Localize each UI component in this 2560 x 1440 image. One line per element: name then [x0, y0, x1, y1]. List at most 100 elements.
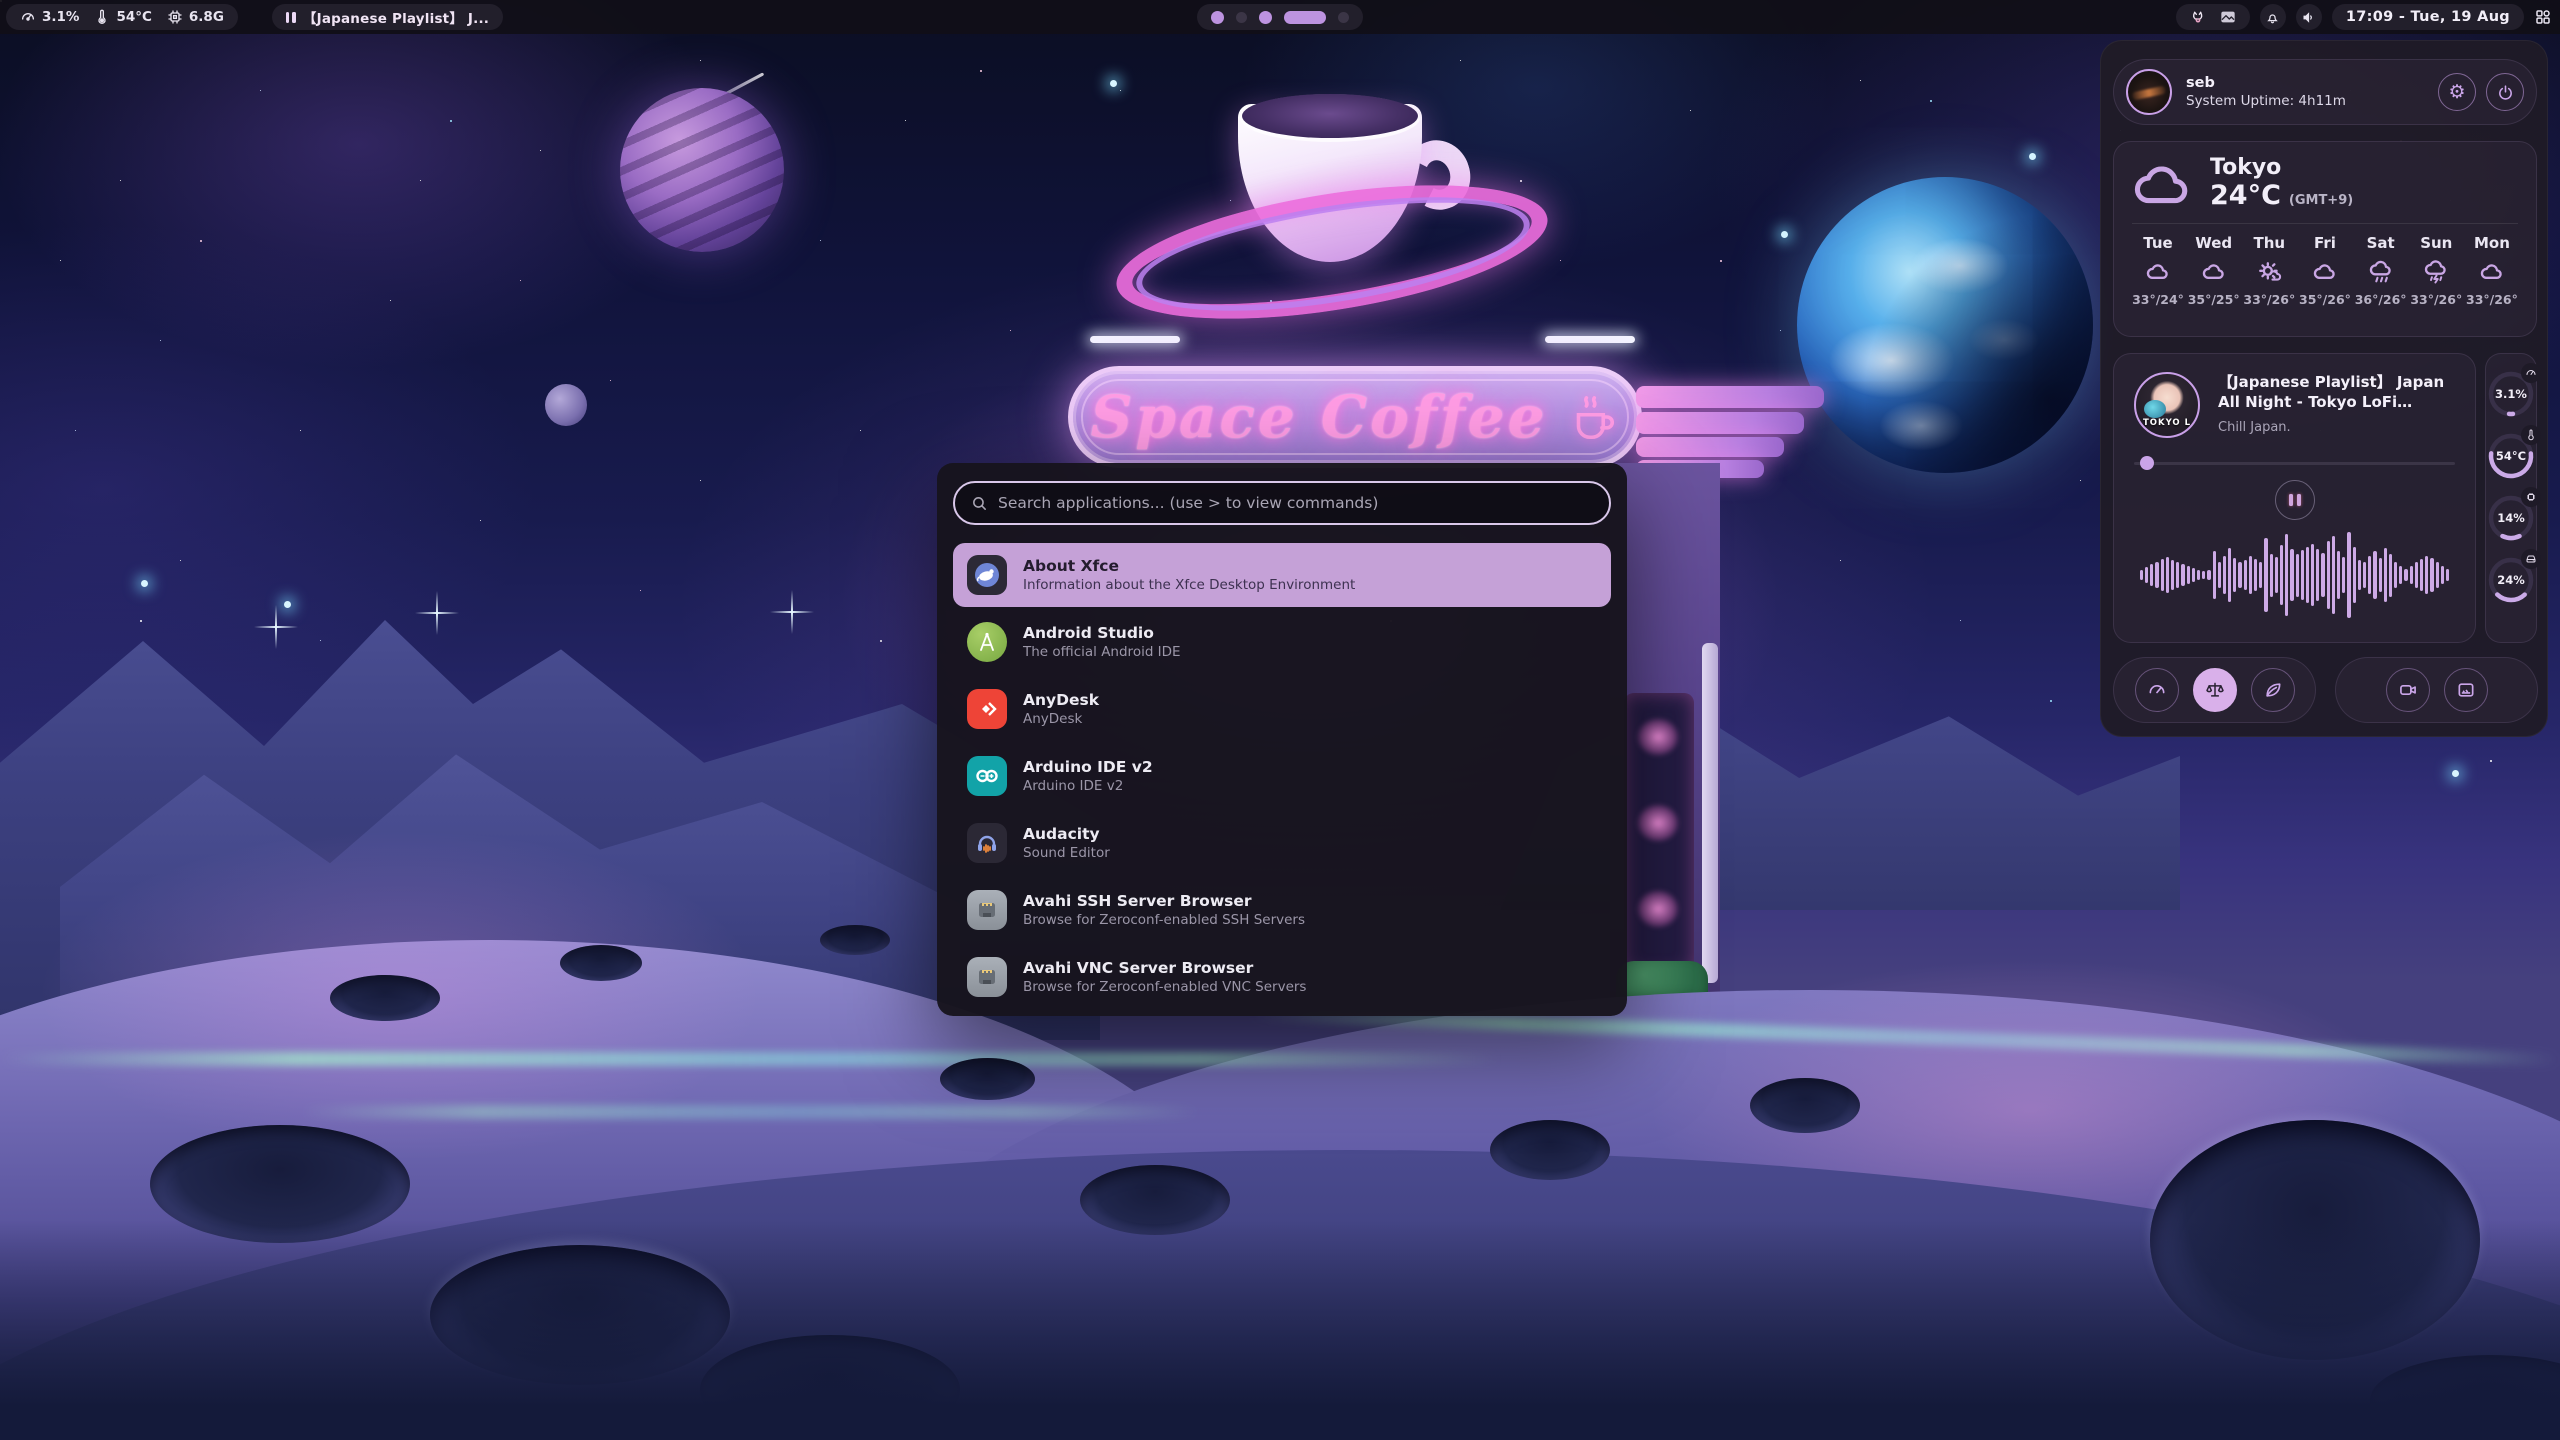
- search-input[interactable]: [998, 494, 1593, 512]
- anydesk-icon: [967, 689, 1007, 729]
- workspace-dot[interactable]: [1211, 11, 1224, 24]
- capture-group: [2335, 657, 2538, 723]
- network-jack-icon: [967, 890, 1007, 930]
- roof-light: [1090, 336, 1180, 343]
- app-launcher: About Xfce Information about the Xfce De…: [937, 463, 1627, 1016]
- speedometer-icon: [20, 9, 36, 25]
- app-grid-icon[interactable]: [2534, 8, 2552, 26]
- notifications-button[interactable]: [2260, 4, 2286, 30]
- app-list: About Xfce Information about the Xfce De…: [953, 543, 1611, 1009]
- wallpaper-icon[interactable]: [2220, 9, 2236, 25]
- app-row-anydesk[interactable]: AnyDesk AnyDesk: [953, 677, 1611, 741]
- app-title: Audacity: [1023, 823, 1110, 845]
- track-artist: Chill Japan.: [2218, 420, 2455, 435]
- neon-cup-icon: [1565, 390, 1619, 444]
- window-neon-text: [1636, 717, 1680, 757]
- temp-stat: 54°C: [94, 9, 151, 25]
- leaf-icon: [2263, 680, 2283, 700]
- screen-record-button[interactable]: [2386, 668, 2430, 712]
- pet-cat-icon[interactable]: [2190, 9, 2206, 25]
- system-gauges: 3.1% 54°C 14% 24%: [2485, 353, 2537, 643]
- app-row-android-studio[interactable]: Android Studio The official Android IDE: [953, 610, 1611, 674]
- thermometer-icon: [94, 9, 110, 25]
- power-button[interactable]: [2486, 73, 2524, 111]
- volume-button[interactable]: [2296, 4, 2322, 30]
- search-bar[interactable]: [953, 481, 1611, 525]
- app-subtitle: Browse for Zeroconf-enabled SSH Servers: [1023, 912, 1305, 930]
- gear-icon: ⚙: [2448, 83, 2465, 102]
- sign-text: Space Coffee: [1091, 383, 1548, 451]
- app-title: AnyDesk: [1023, 689, 1099, 711]
- crater: [330, 975, 440, 1021]
- seek-knob[interactable]: [2140, 456, 2154, 470]
- memory-stat: 6.8G: [167, 9, 224, 25]
- power-icon: [2497, 84, 2514, 101]
- disk-usage-gauge: 24%: [2487, 556, 2535, 604]
- app-row-arduino[interactable]: Arduino IDE v2 Arduino IDE v2: [953, 744, 1611, 808]
- settings-button[interactable]: ⚙: [2438, 73, 2476, 111]
- glow-star: [1781, 231, 1788, 238]
- username: seb: [2186, 75, 2346, 91]
- desktop: Space Coffee: [0, 0, 2560, 1440]
- glow-star: [284, 601, 291, 608]
- seek-track: [2134, 462, 2455, 465]
- workspace-dot[interactable]: [1259, 11, 1272, 24]
- balanced-profile-button[interactable]: [2193, 668, 2237, 712]
- clock-pill[interactable]: 17:09 - Tue, 19 Aug: [2332, 4, 2524, 30]
- performance-profile-button[interactable]: [2135, 668, 2179, 712]
- forecast-day: Wed 35°/25°: [2188, 234, 2240, 307]
- storm-cloud-icon: [2422, 258, 2450, 286]
- app-title: Avahi VNC Server Browser: [1023, 957, 1306, 979]
- clock-text: 17:09 - Tue, 19 Aug: [2346, 9, 2510, 25]
- app-row-audacity[interactable]: Audacity Sound Editor: [953, 811, 1611, 875]
- now-playing-pill[interactable]: 【Japanese Playlist】 J...: [272, 4, 503, 30]
- uptime-text: System Uptime: 4h11m: [2186, 93, 2346, 109]
- powersave-profile-button[interactable]: [2251, 668, 2295, 712]
- glow-star: [2029, 153, 2036, 160]
- app-row-avahi-vnc[interactable]: Avahi VNC Server Browser Browse for Zero…: [953, 945, 1611, 1009]
- earth-planet: [1797, 177, 2093, 473]
- divider: [2132, 223, 2518, 224]
- sun-cloud-icon: [2255, 258, 2283, 286]
- window-neon-text: [1636, 889, 1680, 929]
- android-studio-icon: [967, 622, 1007, 662]
- purple-planet: [620, 88, 784, 252]
- floating-coffee-cup: [1180, 88, 1480, 348]
- album-art[interactable]: TOKYO L: [2134, 372, 2200, 438]
- teal-vein: [0, 1052, 1500, 1066]
- speedometer-icon: [2521, 363, 2541, 383]
- cpu-usage-stat: 3.1%: [20, 9, 79, 25]
- temperature-gauge: 54°C: [2487, 432, 2535, 480]
- glow-star: [1110, 80, 1117, 87]
- seek-bar[interactable]: [2134, 456, 2455, 470]
- pause-button[interactable]: [2275, 480, 2315, 520]
- system-stats-pill[interactable]: 3.1% 54°C 6.8G: [6, 4, 238, 30]
- app-subtitle: Information about the Xfce Desktop Envir…: [1023, 577, 1355, 595]
- widget-panel: seb System Uptime: 4h11m ⚙ Tokyo: [2100, 40, 2548, 737]
- app-row-avahi-ssh[interactable]: Avahi SSH Server Browser Browse for Zero…: [953, 878, 1611, 942]
- app-subtitle: The official Android IDE: [1023, 644, 1181, 662]
- app-title: Avahi SSH Server Browser: [1023, 890, 1305, 912]
- avatar[interactable]: [2126, 69, 2172, 115]
- bell-icon: [2265, 10, 2280, 25]
- big-cloud-icon: [2132, 161, 2194, 207]
- audio-visualizer: [2134, 532, 2455, 618]
- cpu-usage-gauge: 3.1%: [2487, 370, 2535, 418]
- forecast-row: Tue 33°/24° Wed 35°/25° Thu 33°/26° Fri: [2132, 234, 2518, 307]
- weather-timezone: (GMT+9): [2289, 193, 2353, 208]
- workspace-switcher: [1197, 4, 1363, 30]
- workspace-dot[interactable]: [1236, 12, 1247, 23]
- space-coffee-neon-sign: Space Coffee: [1068, 366, 1642, 468]
- chip-icon: [2521, 487, 2541, 507]
- workspace-dot-active[interactable]: [1284, 11, 1326, 24]
- app-title: About Xfce: [1023, 555, 1355, 577]
- workspace-dot[interactable]: [1338, 12, 1349, 23]
- power-profile-group: [2113, 657, 2316, 723]
- xfce-app-icon: [967, 555, 1007, 595]
- video-camera-icon: [2398, 680, 2418, 700]
- wallpaper-change-button[interactable]: [2444, 668, 2488, 712]
- app-row-about-xfce[interactable]: About Xfce Information about the Xfce De…: [953, 543, 1611, 607]
- crater: [560, 945, 642, 981]
- cafe-window: [1624, 693, 1694, 973]
- network-jack-icon: [967, 957, 1007, 997]
